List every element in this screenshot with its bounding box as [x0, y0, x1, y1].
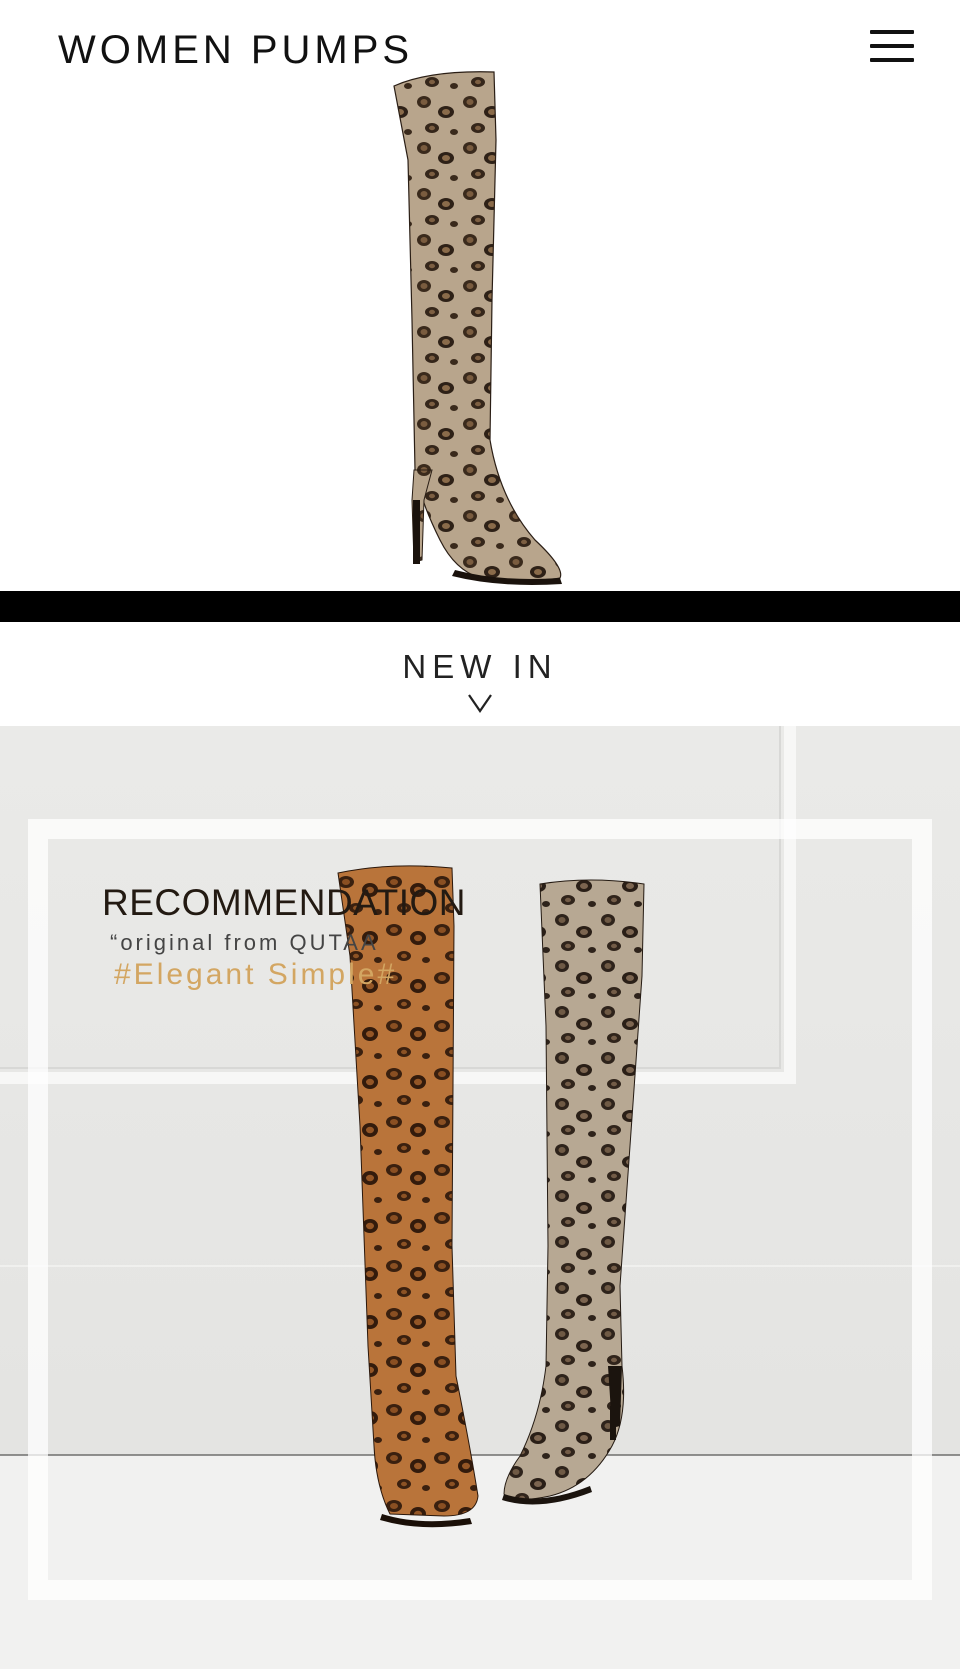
recommendation-subtitle: “original from QUTAA [110, 930, 379, 955]
recommendation-title: RECOMMENDATION [102, 882, 466, 923]
brand-title[interactable]: WOMEN PUMPS [58, 28, 413, 73]
recommendation-tagline: #Elegant Simple# [114, 958, 398, 991]
chevron-down-icon[interactable] [466, 692, 494, 714]
hamburger-menu-icon[interactable] [870, 30, 914, 66]
section-divider-bar [0, 591, 960, 622]
new-in-label[interactable]: NEW IN [0, 648, 960, 686]
recommendation-banner[interactable] [0, 726, 960, 1669]
promo-boots-image [0, 726, 960, 1669]
site-header: WOMEN PUMPS [0, 0, 960, 100]
